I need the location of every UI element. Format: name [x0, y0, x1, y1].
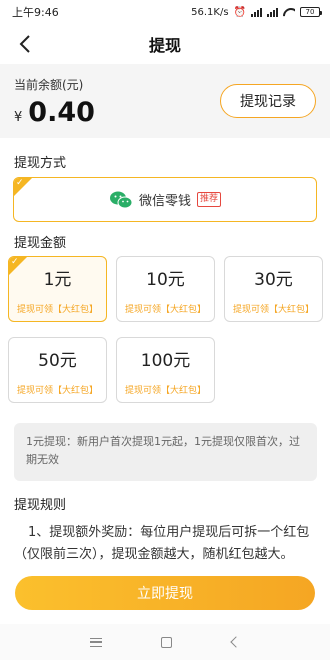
reward-prefix: 提现可领 [124, 386, 161, 396]
amount-value: 100元 [140, 351, 191, 371]
status-icons: 56.1K/s ⏰ 70 [191, 6, 322, 18]
chevron-left-icon [19, 35, 30, 53]
amount-reward: 提现可领【大红包】 [225, 302, 322, 315]
home-icon[interactable] [161, 636, 173, 648]
reward-highlight: 【大红包】 [269, 305, 315, 315]
amount-option-10[interactable]: 10元 提现可领【大红包】 [116, 256, 215, 322]
recommend-badge: 推荐 [197, 192, 222, 207]
amount-value: 10元 [146, 270, 185, 290]
amount-value: 50元 [38, 351, 77, 371]
amount-reward: 提现可领【大红包】 [9, 383, 106, 396]
withdraw-method-title: 提现方式 [14, 156, 67, 171]
withdraw-amount-title: 提现金额 [14, 236, 67, 251]
nav-bar: 提现 [0, 24, 330, 64]
withdraw-record-button[interactable]: 提现记录 [220, 84, 316, 118]
wechat-icon [109, 191, 133, 208]
back-icon[interactable] [230, 636, 242, 648]
reward-highlight: 【大红包】 [53, 305, 99, 315]
balance-panel: 当前余额(元) ¥ 0.40 提现记录 [0, 64, 330, 138]
withdraw-now-button[interactable]: 立即提现 [15, 576, 315, 610]
battery-level: 70 [305, 8, 315, 16]
amount-value: 30元 [254, 270, 293, 290]
back-button[interactable] [12, 30, 38, 58]
amount-reward: 提现可领【大红包】 [9, 302, 106, 315]
wechat-method-option[interactable]: ✓ 微信零钱 推荐 [13, 177, 317, 222]
amount-reward: 提现可领【大红包】 [117, 383, 214, 396]
reward-highlight: 【大红包】 [161, 305, 207, 315]
check-icon: ✓ [11, 257, 19, 267]
amount-reward: 提现可领【大红包】 [117, 302, 214, 315]
status-time: 上午9:46 [12, 6, 59, 19]
reward-prefix: 提现可领 [232, 305, 269, 315]
amount-option-100[interactable]: 100元 提现可领【大红包】 [116, 337, 215, 403]
page-title: 提现 [148, 36, 181, 55]
reward-prefix: 提现可领 [16, 386, 53, 396]
reward-highlight: 【大红包】 [161, 386, 207, 396]
menu-icon[interactable] [89, 637, 102, 647]
amount-option-30[interactable]: 30元 提现可领【大红包】 [224, 256, 323, 322]
signal-icon [251, 7, 262, 17]
battery-icon: 70 [300, 7, 322, 17]
alarm-icon: ⏰ [233, 6, 246, 18]
network-speed: 56.1K/s [191, 6, 229, 18]
method-name: 微信零钱 [138, 194, 191, 209]
balance-value: 0.40 [28, 97, 95, 128]
amount-option-50[interactable]: 50元 提现可领【大红包】 [8, 337, 107, 403]
reward-prefix: 提现可领 [16, 305, 53, 315]
reward-prefix: 提现可领 [124, 305, 161, 315]
withdraw-rules-title: 提现规则 [14, 498, 67, 513]
reward-highlight: 【大红包】 [53, 386, 99, 396]
withdraw-note: 1元提现：新用户首次提现1元起，1元提现仅限首次，过期无效 [14, 423, 317, 481]
check-icon: ✓ [16, 178, 24, 188]
currency-symbol: ¥ [14, 110, 23, 125]
system-nav-bar [0, 624, 330, 660]
signal-icon-2 [267, 7, 278, 17]
amount-option-1[interactable]: ✓ 1元 提现可领【大红包】 [8, 256, 107, 322]
status-bar: 上午9:46 56.1K/s ⏰ 70 [0, 0, 330, 24]
wifi-icon [283, 8, 295, 17]
